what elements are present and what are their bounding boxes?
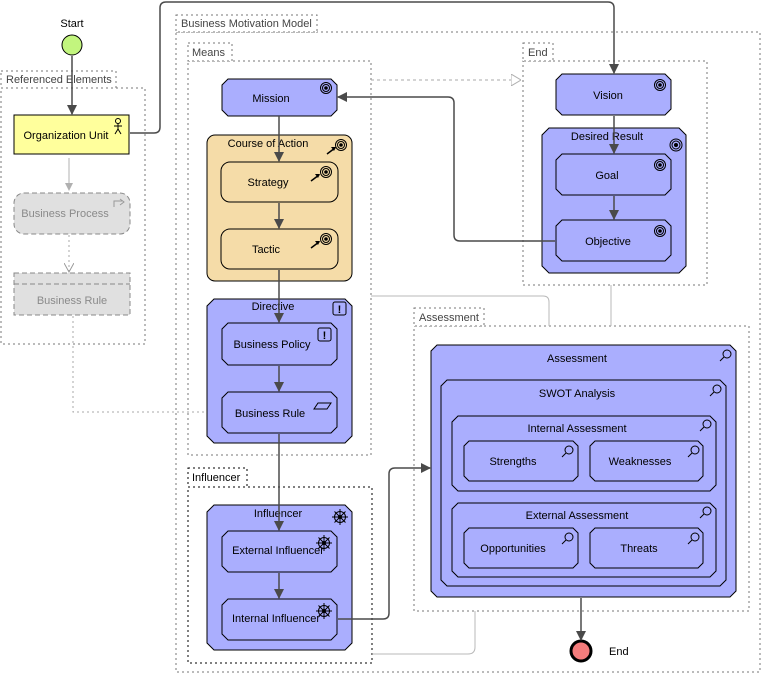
group-label-end: End: [528, 47, 548, 59]
business-policy-label: Business Policy: [233, 339, 311, 351]
strategy-label: Strategy: [248, 177, 289, 189]
threats-label: Threats: [620, 543, 658, 555]
start-label: Start: [60, 18, 83, 30]
goal-label: Goal: [595, 170, 618, 182]
influencer-label: Influencer: [254, 508, 303, 520]
strengths-label: Strengths: [489, 456, 537, 468]
tactic-node[interactable]: Tactic: [220, 228, 339, 270]
mission-label: Mission: [252, 93, 289, 105]
vision-node[interactable]: Vision: [555, 73, 672, 116]
external-influencer-label: External Influencer: [232, 545, 324, 557]
group-label-referenced: Referenced Elements: [6, 74, 112, 86]
business-rule-ref-node[interactable]: Business Rule: [13, 272, 131, 316]
opportunities-node[interactable]: Opportunities: [463, 527, 579, 569]
group-label-bmm: Business Motivation Model: [181, 18, 312, 30]
group-label-influencer: Influencer: [192, 472, 241, 484]
strategy-node[interactable]: Strategy: [220, 161, 339, 203]
internal-assessment-label: Internal Assessment: [527, 423, 626, 435]
external-assessment-label: External Assessment: [526, 510, 629, 522]
target-icon: [654, 159, 666, 171]
swot-analysis-label: SWOT Analysis: [539, 388, 616, 400]
start-node[interactable]: Start: [60, 18, 84, 56]
end-label: End: [609, 646, 629, 658]
objective-label: Objective: [585, 236, 631, 248]
internal-influencer-node[interactable]: Internal Influencer: [221, 598, 338, 641]
strengths-node[interactable]: Strengths: [463, 440, 579, 482]
org-unit-node[interactable]: Organization Unit: [13, 114, 130, 155]
target-icon: [654, 225, 666, 237]
target-icon: [669, 138, 683, 152]
target-icon: [320, 82, 332, 94]
group-label-assessment: Assessment: [419, 312, 479, 324]
threats-node[interactable]: Threats: [589, 527, 704, 569]
mission-node[interactable]: Mission: [221, 78, 338, 117]
business-policy-node[interactable]: Business Policy !: [221, 322, 338, 366]
desired-result-label: Desired Result: [571, 131, 643, 143]
external-influencer-node[interactable]: External Influencer: [221, 530, 338, 573]
weaknesses-node[interactable]: Weaknesses: [589, 440, 704, 482]
opportunities-label: Opportunities: [480, 543, 546, 555]
business-rule-ref-label: Business Rule: [37, 295, 107, 307]
target-icon: [654, 79, 666, 91]
business-rule-node[interactable]: Business Rule: [221, 391, 338, 434]
directive-label: Directive: [252, 301, 295, 313]
bmm-diagram: Referenced Elements Business Motivation …: [0, 1, 761, 673]
objective-node[interactable]: Objective: [555, 219, 672, 262]
vision-label: Vision: [593, 90, 623, 102]
group-label-means: Means: [192, 47, 226, 59]
assessment-label: Assessment: [547, 353, 607, 365]
weaknesses-label: Weaknesses: [609, 456, 672, 468]
svg-text:!: !: [323, 330, 327, 342]
business-process-ref-node[interactable]: Business Process: [13, 192, 131, 235]
business-process-ref-label: Business Process: [21, 208, 109, 220]
business-rule-label: Business Rule: [235, 408, 305, 420]
tactic-label: Tactic: [252, 244, 281, 256]
svg-text:!: !: [338, 304, 342, 316]
course-of-action-label: Course of Action: [228, 138, 309, 150]
org-unit-label: Organization Unit: [24, 130, 109, 142]
end-node[interactable]: End: [569, 639, 629, 663]
internal-influencer-label: Internal Influencer: [232, 613, 320, 625]
goal-node[interactable]: Goal: [555, 153, 672, 196]
